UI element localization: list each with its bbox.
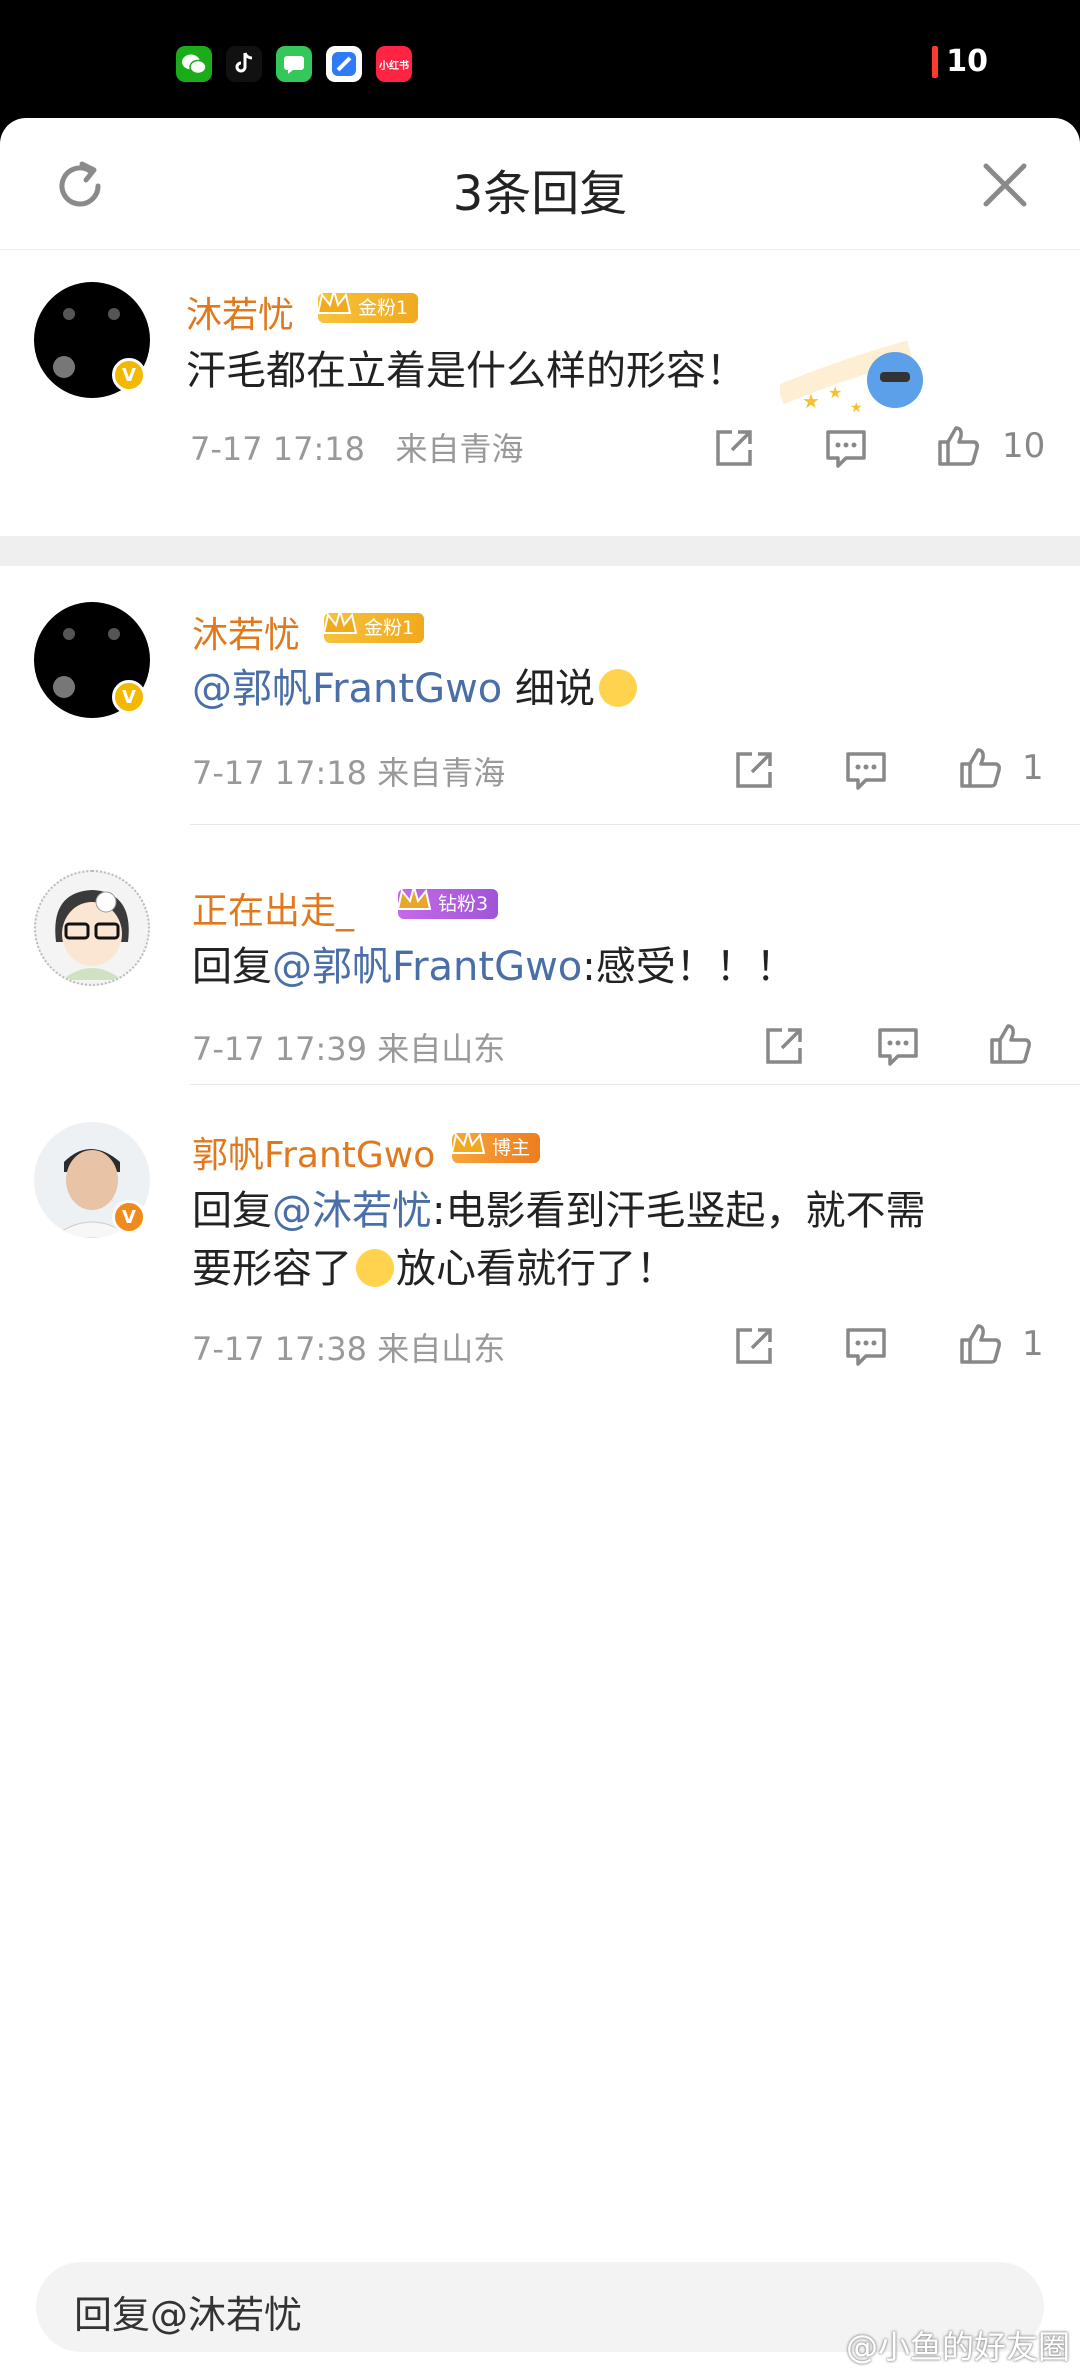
mention-link[interactable]: @郭帆FrantGwo (192, 666, 502, 712)
fan-level-badge[interactable]: 钻粉3 (396, 883, 499, 919)
share-icon[interactable] (710, 424, 758, 472)
tiktok-icon (226, 46, 262, 82)
comment-meta: 7-17 17:18 来自青海 (190, 424, 524, 470)
like-icon[interactable] (956, 744, 1004, 792)
fan-level-badge[interactable]: 金粉1 (316, 287, 419, 323)
replies-sheet: 3条回复 V 沐若忧 金粉1 汗毛都在立着是什么样的形容！ ★ ★ ★ 7-17 1… (0, 118, 1080, 2375)
messages-icon (276, 46, 312, 82)
reply-divider (190, 824, 1080, 825)
decorative-stars-icon: ★ ★ ★ (780, 340, 923, 416)
blogger-label: 博主 (492, 1137, 531, 1159)
fan-level-label: 金粉1 (358, 297, 409, 319)
section-divider (0, 536, 1080, 566)
reply-text: 回复@沐若忧:电影看到汗毛竖起，就不需 (192, 1182, 925, 1240)
watermark: @小鱼的好友圈 (845, 2328, 1070, 2366)
like-count: 1 (1022, 748, 1044, 788)
reply-divider (190, 1084, 1080, 1085)
comment-source: 来自青海 (395, 430, 524, 468)
reply-text: 回复@郭帆FrantGwo:感受！！！ (192, 938, 796, 996)
reply-input-placeholder: 回复@沐若忧 (74, 2293, 303, 2337)
reply-body-part1: 要形容了 (192, 1246, 352, 1292)
battery-percent: 10 (946, 44, 988, 79)
reply-meta: 7-17 17:18 来自青海 (192, 748, 505, 794)
comment-icon[interactable] (874, 1022, 922, 1070)
reply-author[interactable]: 郭帆FrantGwo (192, 1126, 435, 1178)
like-count: 10 (1002, 426, 1046, 466)
reply-meta: 7-17 17:39 来自山东 (192, 1024, 505, 1070)
smirk-emoji-icon (356, 1249, 394, 1287)
like-count: 1 (1022, 1324, 1044, 1364)
close-icon[interactable] (980, 160, 1030, 210)
crown-icon (450, 1127, 486, 1154)
reply-body: :电影看到汗毛竖起，就不需 (432, 1188, 926, 1234)
verified-badge-icon: V (112, 358, 146, 392)
list-item: 正在出走_ 钻粉3 回复@郭帆FrantGwo:感受！！！ 7-17 17:39… (0, 826, 1080, 1086)
blogger-badge[interactable]: 博主 (450, 1127, 541, 1163)
comment-icon[interactable] (822, 424, 870, 472)
root-comment: V 沐若忧 金粉1 汗毛都在立着是什么样的形容！ ★ ★ ★ 7-17 17:18 … (0, 250, 1080, 468)
browser-icon (326, 46, 362, 82)
xiaohongshu-icon: 小红书 (376, 46, 412, 82)
mention-link[interactable]: @郭帆FrantGwo (272, 944, 582, 990)
mention-link[interactable]: @沐若忧 (272, 1188, 432, 1234)
svg-text:★: ★ (850, 400, 863, 416)
verified-badge-icon: V (112, 1200, 146, 1234)
reply-body: 细说 (502, 666, 595, 712)
sheet-header: 3条回复 (0, 118, 1080, 250)
svg-text:★: ★ (802, 389, 820, 413)
comment-icon[interactable] (842, 1322, 890, 1370)
fan-level-label: 钻粉3 (438, 893, 489, 915)
crown-icon (316, 287, 352, 314)
reply-time: 7-17 17:18 (192, 754, 368, 792)
crown-icon (396, 883, 432, 910)
reply-time: 7-17 17:38 (192, 1330, 368, 1368)
comment-body: 汗毛都在立着是什么样的形容！ (186, 348, 746, 394)
like-icon[interactable] (986, 1020, 1034, 1068)
comment-author[interactable]: 沐若忧 (186, 286, 294, 338)
wechat-icon (176, 46, 212, 82)
comment-text: 汗毛都在立着是什么样的形容！ (186, 342, 746, 400)
page-title: 3条回复 (452, 166, 628, 222)
reply-prefix: 回复 (192, 944, 272, 990)
reply-body: :感受！！！ (582, 944, 796, 990)
avatar[interactable] (34, 870, 150, 986)
svg-text:★: ★ (828, 383, 842, 402)
reply-author[interactable]: 正在出走_ (192, 882, 354, 934)
list-item: V 郭帆FrantGwo 博主 回复@沐若忧:电影看到汗毛竖起，就不需 要形容了… (0, 1086, 1080, 1406)
fan-level-label: 金粉1 (364, 617, 415, 639)
verified-badge-icon: V (112, 680, 146, 714)
battery-indicator: 10 (932, 44, 988, 79)
comment-icon[interactable] (842, 746, 890, 794)
battery-level-bar (932, 45, 939, 78)
status-bar: 小红书 10 (0, 0, 1080, 125)
reply-text-line2: 要形容了 放心看就行了！ (192, 1240, 676, 1298)
reply-time: 7-17 17:39 (192, 1030, 368, 1068)
list-item: V 沐若忧 金粉1 @郭帆FrantGwo 细说 7-17 17:18 来自青海… (0, 566, 1080, 826)
crown-icon (322, 607, 358, 634)
fan-level-badge[interactable]: 金粉1 (322, 607, 425, 643)
comment-time: 7-17 17:18 (190, 430, 366, 468)
reply-prefix: 回复 (192, 1188, 272, 1234)
notification-icons: 小红书 (176, 46, 412, 82)
share-icon[interactable] (730, 746, 778, 794)
reply-author[interactable]: 沐若忧 (192, 606, 300, 658)
reply-source: 来自山东 (377, 1330, 506, 1368)
reply-body-part2: 放心看就行了！ (396, 1246, 676, 1292)
reply-text: @郭帆FrantGwo 细说 (192, 660, 639, 718)
reply-source: 来自青海 (377, 754, 506, 792)
shush-emoji-icon (599, 669, 637, 707)
like-icon[interactable] (934, 422, 982, 470)
reply-source: 来自山东 (377, 1030, 506, 1068)
like-icon[interactable] (956, 1320, 1004, 1368)
reply-meta: 7-17 17:38 来自山东 (192, 1324, 505, 1370)
share-icon[interactable] (730, 1322, 778, 1370)
share-icon[interactable] (760, 1022, 808, 1070)
